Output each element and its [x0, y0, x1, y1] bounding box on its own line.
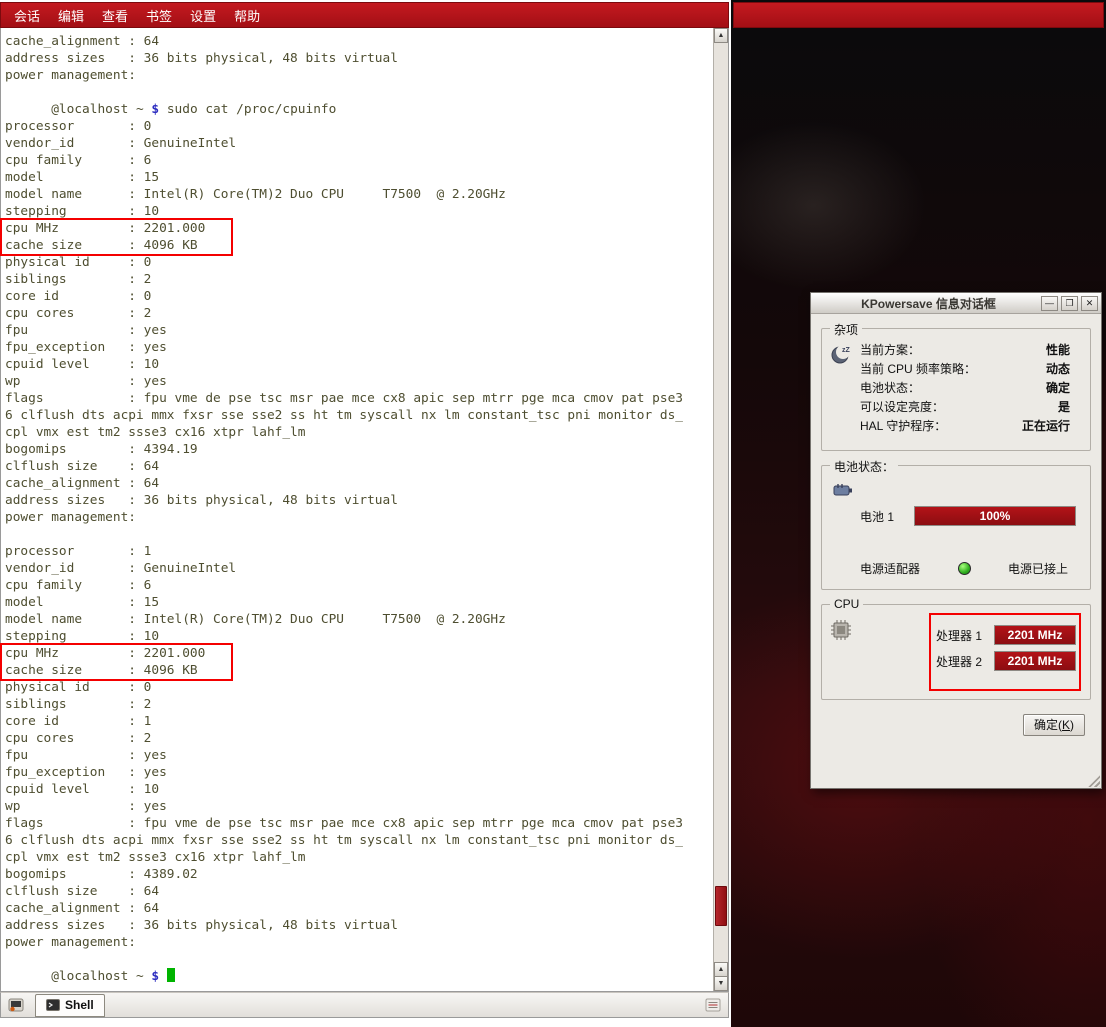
misc-value: 是 — [1058, 398, 1070, 417]
cpu-row-1: 处理器 1 2201 MHz — [936, 625, 1076, 645]
group-battery-legend: 电池状态： — [830, 458, 898, 475]
scroll-up-button[interactable]: ▲ — [714, 28, 728, 43]
scrollbar-thumb[interactable] — [715, 886, 727, 926]
misc-label: 当前 CPU 频率策略： — [860, 360, 976, 379]
processor1-freq-value: 2201 MHz — [995, 626, 1075, 644]
right-titlebar — [733, 2, 1104, 28]
misc-row-cpu-policy: 当前 CPU 频率策略： 动态 — [860, 360, 1070, 379]
session-list-icon — [705, 998, 721, 1012]
battery-progressbar: 100% — [914, 506, 1076, 526]
svg-text:zZ: zZ — [842, 347, 851, 354]
menu-view[interactable]: 查看 — [93, 3, 137, 28]
misc-label: 当前方案： — [860, 341, 920, 360]
misc-row-brightness: 可以设定亮度： 是 — [860, 398, 1070, 417]
close-button[interactable]: ✕ — [1081, 296, 1098, 311]
misc-row-hal: HAL 守护程序： 正在运行 — [860, 417, 1070, 436]
battery-icon — [832, 480, 1082, 500]
tab-shell-label: Shell — [65, 998, 94, 1012]
maximize-button[interactable]: ❐ — [1061, 296, 1078, 311]
menu-settings[interactable]: 设置 — [181, 3, 225, 28]
menu-bookmarks[interactable]: 书签 — [137, 3, 181, 28]
shell-icon — [46, 999, 60, 1011]
menu-edit[interactable]: 编辑 — [49, 3, 93, 28]
session-list-button[interactable] — [702, 995, 724, 1015]
adapter-row: 电源适配器 电源已接上 — [860, 560, 1068, 577]
misc-row-scheme: 当前方案： 性能 — [860, 341, 1070, 360]
misc-label: 电池状态： — [860, 379, 920, 398]
resize-grip[interactable] — [1087, 774, 1100, 787]
ok-button-accel: K — [1062, 718, 1070, 732]
misc-value: 确定 — [1046, 379, 1070, 398]
konsole-menubar: 会话 编辑 查看 书签 设置 帮助 — [0, 2, 729, 28]
terminal-scrollbar[interactable]: ▲ ▲ ▼ — [713, 28, 728, 991]
misc-value: 动态 — [1046, 360, 1070, 379]
konsole-window: 会话 编辑 查看 书签 设置 帮助 cache_alignment : 64ad… — [0, 2, 729, 1018]
misc-label: HAL 守护程序： — [860, 417, 946, 436]
processor2-freq-bar: 2201 MHz — [994, 651, 1076, 671]
menu-session[interactable]: 会话 — [5, 3, 49, 28]
adapter-label: 电源适配器 — [860, 560, 920, 577]
ok-button-label-end: ) — [1070, 718, 1074, 732]
scroll-down-button[interactable]: ▼ — [714, 976, 728, 991]
ok-button-label: 确定( — [1034, 718, 1062, 732]
group-misc-legend: 杂项 — [830, 321, 862, 338]
processor1-freq-bar: 2201 MHz — [994, 625, 1076, 645]
group-cpu-legend: CPU — [830, 597, 863, 611]
ok-button[interactable]: 确定(K) — [1023, 714, 1085, 736]
new-session-button[interactable] — [5, 995, 27, 1015]
suspend-icon: zZ — [830, 343, 860, 365]
scroll-up-button-2[interactable]: ▲ — [714, 962, 728, 977]
konsole-tabbar: Shell — [0, 992, 729, 1018]
battery-row: 电池 1 100% — [860, 506, 1076, 526]
cpu-icon — [830, 619, 860, 641]
kpowersave-dialog: KPowersave 信息对话框 — ❐ ✕ 杂项 zZ — [810, 292, 1102, 789]
processor2-freq-value: 2201 MHz — [995, 652, 1075, 670]
battery-progress-value: 100% — [915, 507, 1075, 525]
group-misc: 杂项 zZ 当前方案： — [821, 328, 1091, 451]
group-cpu: CPU 处理器 1 — [821, 604, 1091, 700]
misc-row-battery-state: 电池状态： 确定 — [860, 379, 1070, 398]
minimize-button[interactable]: — — [1041, 296, 1058, 311]
terminal-output[interactable]: cache_alignment : 64address sizes : 36 b… — [1, 28, 713, 991]
misc-label: 可以设定亮度： — [860, 398, 944, 417]
dialog-body: 杂项 zZ 当前方案： — [811, 314, 1101, 740]
tab-shell[interactable]: Shell — [35, 994, 105, 1017]
new-session-icon — [8, 998, 24, 1012]
cpu-row-2: 处理器 2 2201 MHz — [936, 651, 1076, 671]
cpu-rows: 处理器 1 2201 MHz 处理器 2 2201 MHz — [936, 617, 1076, 689]
adapter-led-icon — [958, 562, 971, 575]
battery-label: 电池 1 — [860, 508, 906, 525]
misc-value: 正在运行 — [1022, 417, 1070, 436]
processor1-label: 处理器 1 — [936, 627, 988, 644]
dialog-title: KPowersave 信息对话框 — [819, 295, 1038, 312]
dialog-titlebar[interactable]: KPowersave 信息对话框 — ❐ ✕ — [811, 293, 1101, 314]
terminal-area: cache_alignment : 64address sizes : 36 b… — [0, 28, 729, 992]
desktop-background: KPowersave 信息对话框 — ❐ ✕ 杂项 zZ — [731, 0, 1106, 1027]
menu-help[interactable]: 帮助 — [225, 3, 269, 28]
group-battery: 电池状态： 电池 1 100% — [821, 465, 1091, 590]
processor2-label: 处理器 2 — [936, 653, 988, 670]
adapter-status: 电源已接上 — [1008, 560, 1068, 577]
misc-value: 性能 — [1046, 341, 1070, 360]
